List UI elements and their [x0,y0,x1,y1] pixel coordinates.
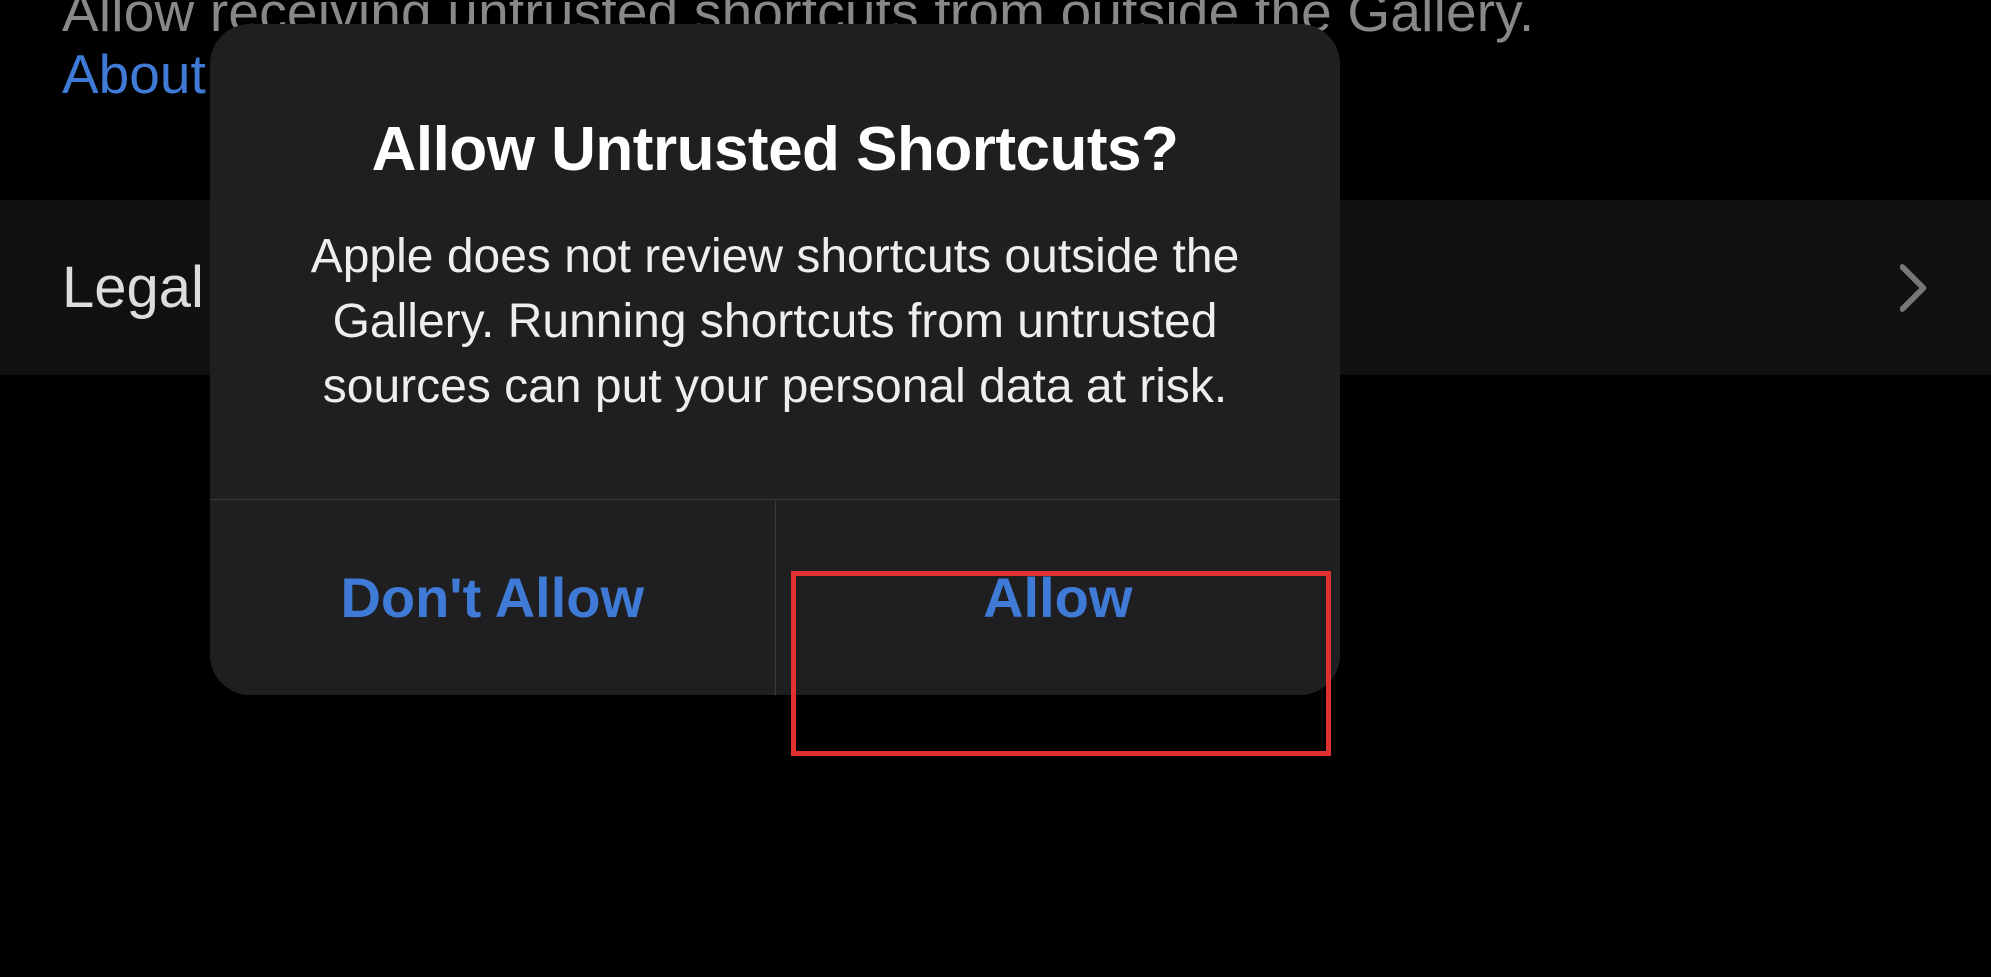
allow-button[interactable]: Allow [775,500,1341,695]
dialog-body: Allow Untrusted Shortcuts? Apple does no… [210,24,1340,499]
dialog-message: Apple does not review shortcuts outside … [270,225,1280,419]
dialog-buttons: Don't Allow Allow [210,499,1340,695]
dialog-title: Allow Untrusted Shortcuts? [270,114,1280,185]
dialog-overlay: Allow Untrusted Shortcuts? Apple does no… [0,0,1991,977]
confirm-dialog: Allow Untrusted Shortcuts? Apple does no… [210,24,1340,695]
dont-allow-button[interactable]: Don't Allow [210,500,775,695]
